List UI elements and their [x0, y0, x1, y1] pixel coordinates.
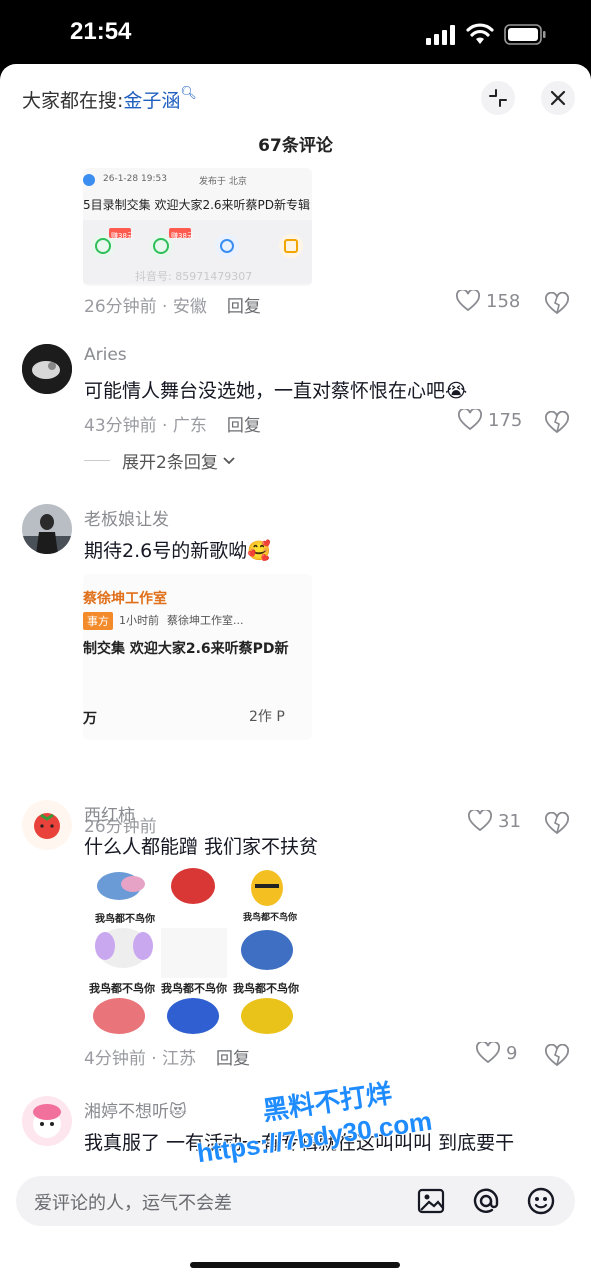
username[interactable]: 老板娘让发: [84, 505, 169, 530]
card-author: 蔡徐坤工作室...: [167, 614, 244, 627]
sticker-caption: 我鸟都不鸟你: [233, 982, 299, 995]
comment-input-bar: 爱评论的人，运气不会差: [0, 1166, 591, 1280]
card-location: 发布于 北京: [199, 177, 247, 187]
close-icon: [550, 90, 566, 106]
like-button[interactable]: 9: [476, 1042, 517, 1064]
heart-icon: [458, 409, 482, 431]
card-id: 抖音号: 85971479307: [135, 270, 253, 283]
comment-meta: 4分钟前 · 江苏 回复: [84, 1044, 250, 1069]
chevron-down-icon: [223, 456, 235, 464]
reply-button[interactable]: 回复: [227, 416, 261, 436]
dislike-icon[interactable]: [545, 292, 569, 316]
card-like: 2作 P: [249, 709, 285, 725]
search-suggestion[interactable]: 大家都在搜:金子涵🔍︎: [22, 86, 197, 113]
search-prefix: 大家都在搜:: [22, 90, 124, 112]
status-bar: 21:54: [0, 0, 591, 66]
wifi-icon: [466, 23, 494, 44]
comment-meta: 43分钟前 · 广东 回复: [84, 411, 261, 436]
comment-meta: 26分钟前 · 安徽 回复: [84, 292, 261, 317]
avatar[interactable]: [22, 344, 72, 394]
heart-icon: [476, 1042, 500, 1064]
reply-button[interactable]: 回复: [227, 297, 261, 317]
card-account-name: 蔡徐坤工作室: [83, 591, 167, 607]
search-keyword[interactable]: 金子涵: [123, 90, 180, 112]
heart-icon: [456, 290, 480, 312]
divider: [84, 460, 110, 461]
like-button[interactable]: 158: [456, 290, 520, 312]
like-button[interactable]: 31: [468, 810, 521, 832]
comments-count: 67条评论: [258, 136, 333, 156]
username[interactable]: 西红柿: [84, 801, 135, 826]
comment-time-location: 26分钟前 · 安徽: [84, 297, 207, 317]
dislike-icon[interactable]: [545, 1044, 569, 1068]
avatar-image: [22, 504, 72, 554]
card-badge: 赚38元: [171, 232, 194, 240]
avatar[interactable]: [22, 800, 72, 850]
sticker-caption: 我鸟都不鸟你: [89, 982, 155, 995]
emoji: 😻: [169, 1102, 187, 1122]
sticker-caption: 我鸟都不鸟你: [95, 914, 155, 925]
avatar-image: [22, 344, 72, 394]
comment-image[interactable]: 蔡徐坤工作室 事方 1小时前 蔡徐坤工作室... 制交集 欢迎大家2.6来听蔡P…: [83, 574, 312, 740]
sticker-caption: 我鸟都不鸟你: [161, 982, 227, 995]
emoji-icon[interactable]: [526, 1186, 556, 1216]
card-text: 5目录制交集 欢迎大家2.6来听蔡PD新专辑: [83, 198, 311, 212]
username[interactable]: Aries: [84, 345, 127, 365]
emoji: 🥰: [247, 540, 271, 562]
battery-icon: [504, 24, 546, 45]
comments-sheet: 大家都在搜:金子涵🔍︎ 67条评论 26-1-28 19:53 发布于 北京 5…: [0, 64, 591, 1280]
emoji: 😭: [445, 380, 468, 402]
avatar-image: [22, 800, 72, 850]
image-icon[interactable]: [416, 1186, 446, 1216]
comment-text: 可能情人舞台没选她，一直对蔡怀恨在心吧😭: [84, 376, 467, 403]
like-count: 9: [506, 1042, 518, 1064]
comment-text: 期待2.6号的新歌呦🥰: [84, 536, 271, 563]
sticker-grid: [93, 868, 293, 1034]
sticker-caption: 我鸟都不鸟你: [243, 913, 298, 923]
search-icon: 🔍︎: [180, 86, 197, 101]
expand-replies-button[interactable]: 展开2条回复: [84, 448, 236, 473]
expand-replies-label: 展开2条回复: [122, 453, 218, 473]
home-indicator: [190, 1262, 400, 1268]
like-count: 175: [488, 409, 523, 431]
comment-time-location: 43分钟前 · 广东: [84, 416, 207, 436]
username-label: 湘婷不想听: [84, 1102, 169, 1122]
sticker-image[interactable]: 我鸟都不鸟你 我鸟都不鸟你 我鸟都不鸟你 我鸟都不鸟你 我鸟都不鸟你: [83, 866, 303, 1040]
comment-time-location: 4分钟前 · 江苏: [84, 1049, 197, 1069]
card-date: 26-1-28 19:53: [103, 174, 167, 184]
collapse-icon: [489, 89, 507, 107]
heart-icon: [468, 810, 492, 832]
collapse-button[interactable]: [481, 81, 515, 115]
comment-body: 期待2.6号的新歌呦: [84, 540, 248, 562]
comment-input[interactable]: 爱评论的人，运气不会差: [16, 1176, 575, 1226]
reply-button[interactable]: 回复: [216, 1049, 250, 1069]
card-count: 万: [83, 711, 97, 727]
status-time: 21:54: [70, 18, 132, 45]
close-button[interactable]: [541, 81, 575, 115]
avatar[interactable]: [22, 1096, 72, 1146]
like-button[interactable]: 175: [458, 409, 522, 431]
avatar-image: [22, 1096, 72, 1146]
comment-body: 可能情人舞台没选她，一直对蔡怀恨在心吧: [84, 380, 446, 402]
like-count: 158: [486, 290, 521, 312]
card-time: 1小时前: [119, 614, 159, 627]
card-role-badge: 事方: [83, 612, 113, 630]
dislike-icon[interactable]: [545, 812, 569, 836]
dislike-icon[interactable]: [545, 411, 569, 435]
mention-icon[interactable]: [471, 1186, 501, 1216]
comment-image[interactable]: 26-1-28 19:53 发布于 北京 5目录制交集 欢迎大家2.6来听蔡PD…: [83, 168, 312, 286]
signal-icon: [426, 25, 455, 45]
avatar[interactable]: [22, 504, 72, 554]
card-text: 制交集 欢迎大家2.6来听蔡PD新: [83, 641, 289, 657]
card-badge: 赚38元: [111, 232, 134, 240]
comment-input-placeholder: 爱评论的人，运气不会差: [34, 1193, 232, 1214]
like-count: 31: [498, 810, 521, 832]
username[interactable]: 湘婷不想听😻: [84, 1097, 187, 1122]
comment-text: 什么人都能蹭 我们家不扶贫: [84, 836, 319, 858]
